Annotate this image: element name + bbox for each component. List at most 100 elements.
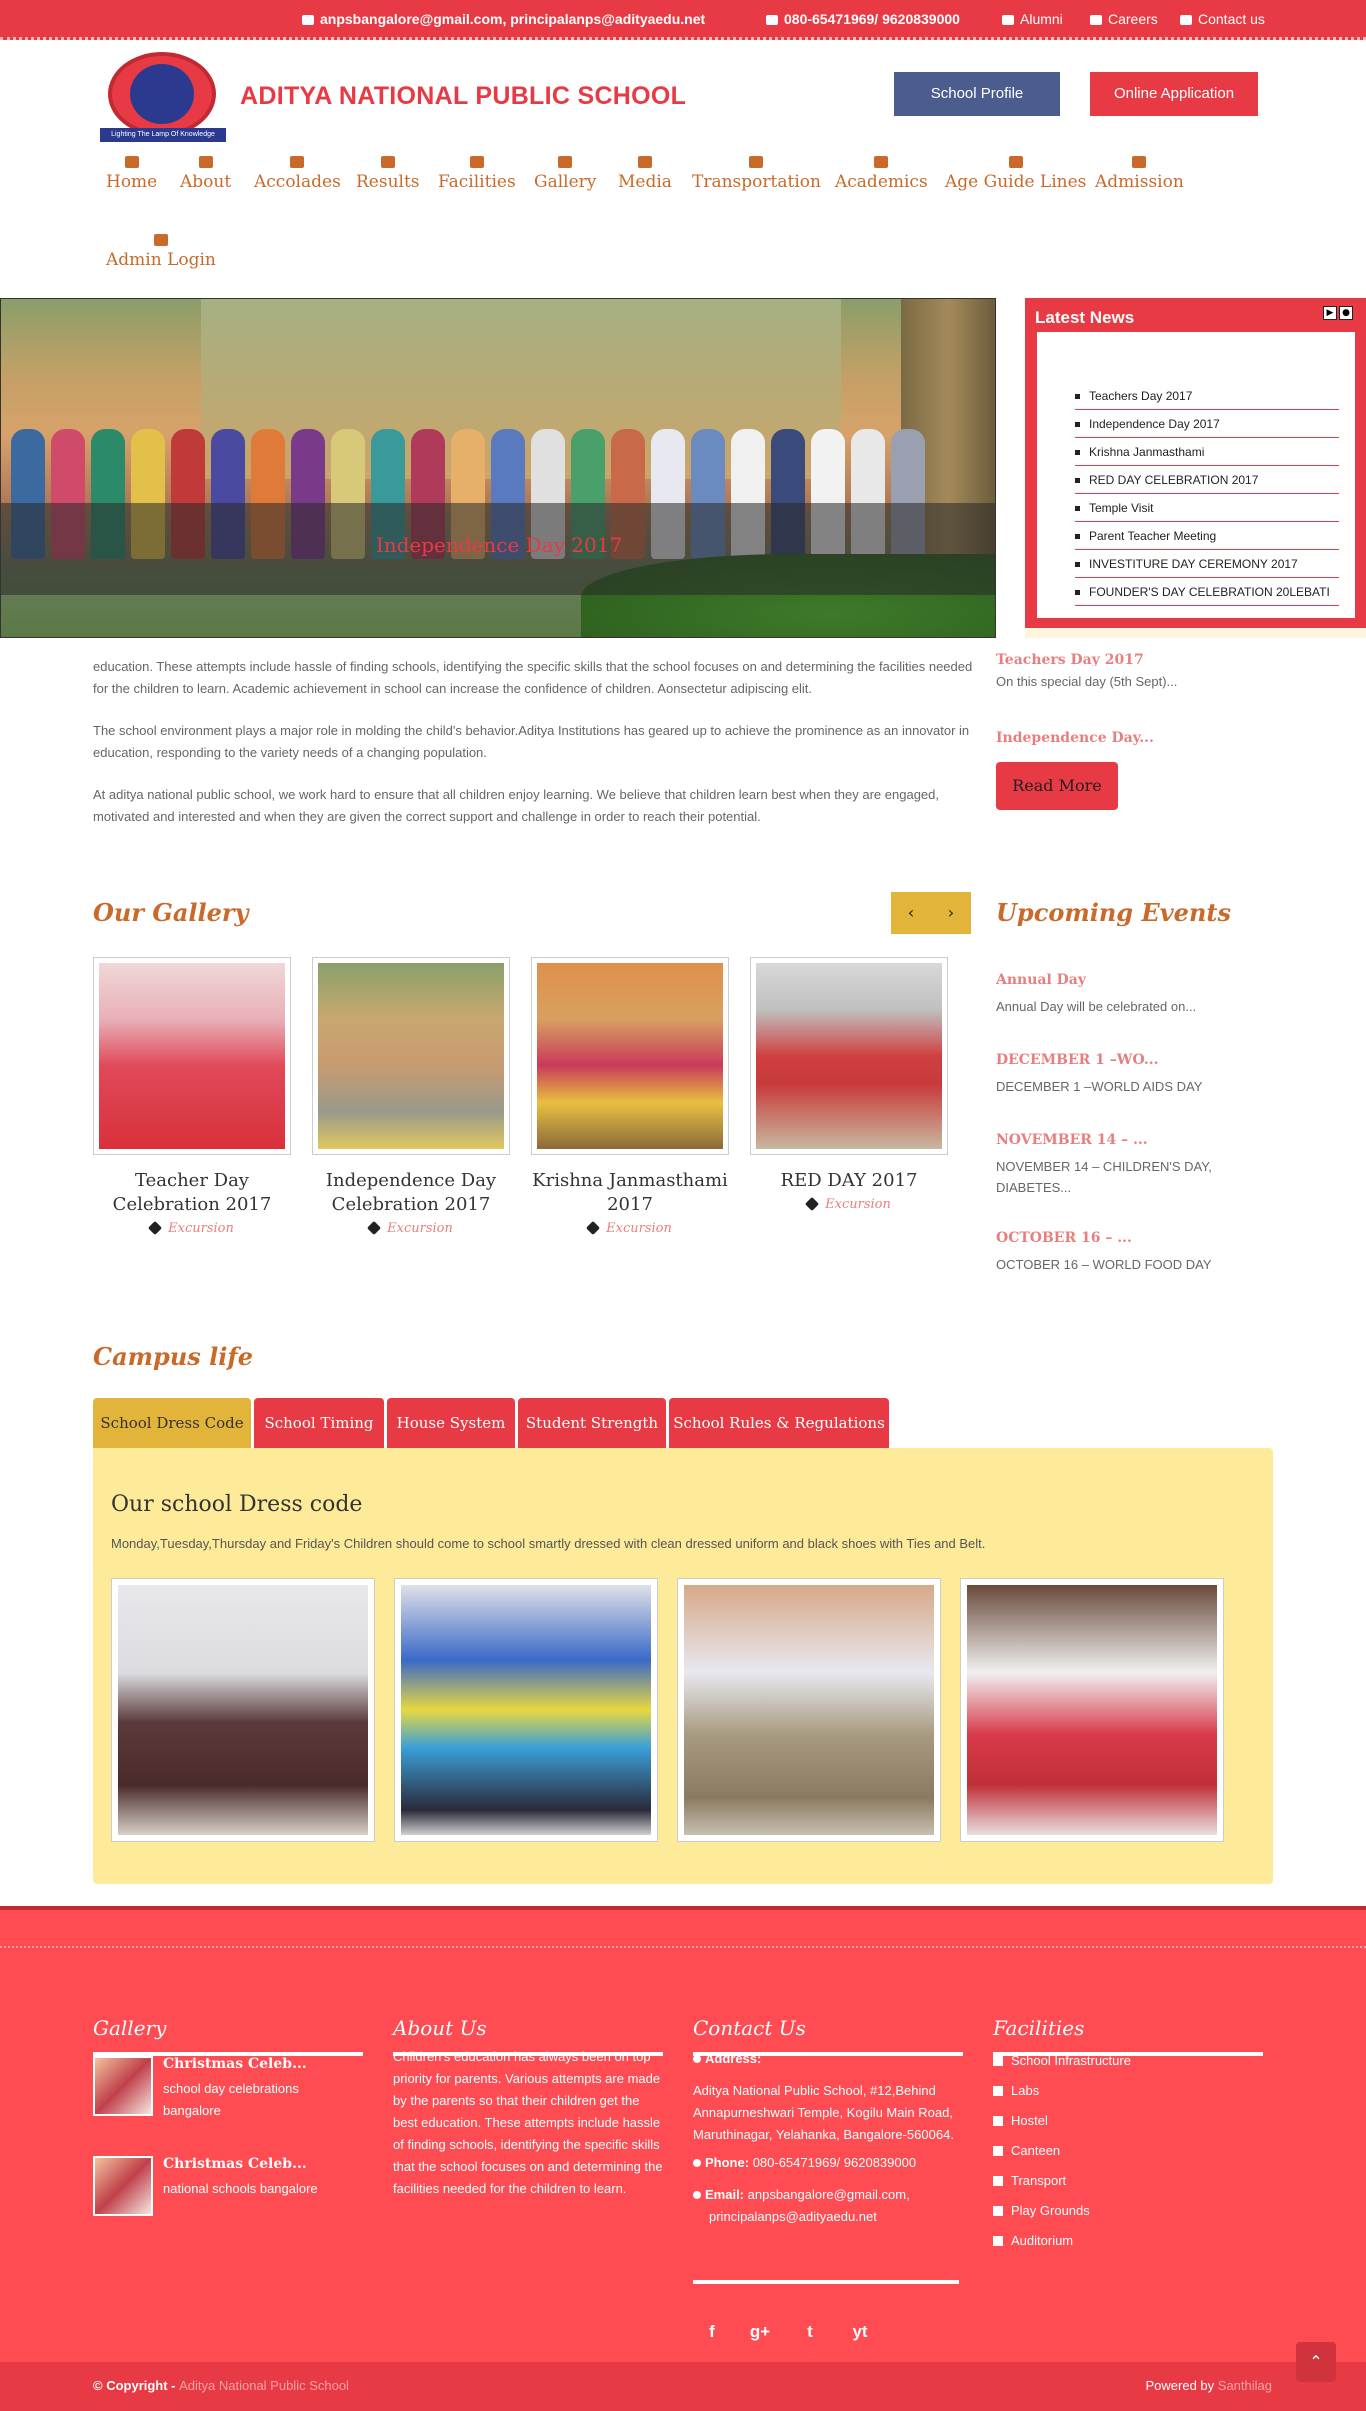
facility-link[interactable]: Transport: [993, 2168, 1263, 2198]
map-marker-icon: [693, 2055, 701, 2063]
gallery-item[interactable]: Teacher Day Celebration 2017 Excursion: [93, 957, 291, 1236]
topbar-link-careers[interactable]: Careers: [1090, 11, 1158, 27]
facility-link[interactable]: Play Grounds: [993, 2198, 1263, 2228]
school-profile-button[interactable]: School Profile: [894, 72, 1060, 116]
topbar-phone[interactable]: 080-65471969/ 9620839000: [766, 11, 960, 27]
stop-icon[interactable]: ●: [1339, 306, 1353, 320]
event-item[interactable]: NOVEMBER 14 – ... NOVEMBER 14 – CHILDREN…: [996, 1132, 1296, 1198]
site-title[interactable]: ADITYA NATIONAL PUBLIC SCHOOL: [240, 82, 686, 111]
puzzle-icon: [993, 2146, 1003, 2156]
globe-icon: [130, 64, 194, 124]
nav-item-facilities[interactable]: Facilities: [438, 156, 516, 192]
facebook-icon[interactable]: f: [700, 2322, 724, 2342]
bottom-bar: © Copyright - Aditya National Public Sch…: [0, 2362, 1366, 2411]
file-icon: [1132, 156, 1147, 168]
gallery-photo: [537, 963, 723, 1149]
chevron-left-icon: ‹: [907, 903, 915, 922]
news-item[interactable]: RED DAY CELEBRATION 2017: [1075, 466, 1339, 494]
contact-icon: [1180, 15, 1192, 25]
nav-item-media[interactable]: Media: [618, 156, 672, 192]
panel-description: Monday,Tuesday,Thursday and Friday's Chi…: [111, 1536, 986, 1551]
tab-school-timing[interactable]: School Timing: [254, 1398, 384, 1448]
gallery-photo: [756, 963, 942, 1149]
gallery-next-button[interactable]: ›: [931, 892, 971, 934]
gallery-heading: Our Gallery: [93, 898, 249, 927]
play-icon[interactable]: ▶: [1323, 306, 1337, 320]
google-plus-icon[interactable]: g+: [748, 2322, 772, 2342]
tab-school-dress-code[interactable]: School Dress Code: [93, 1398, 251, 1448]
facility-link[interactable]: Labs: [993, 2078, 1263, 2108]
gallery-item[interactable]: RED DAY 2017 Excursion: [750, 957, 948, 1212]
topbar-link-contact[interactable]: Contact us: [1180, 11, 1265, 27]
tumblr-icon[interactable]: t: [798, 2322, 822, 2342]
envelope-icon: [302, 15, 314, 25]
side-news: Teachers Day 2017 On this special day (5…: [996, 652, 1296, 746]
event-item[interactable]: DECEMBER 1 –WO... DECEMBER 1 –WORLD AIDS…: [996, 1052, 1296, 1097]
powered-by: Powered by Santhilag: [1145, 2378, 1272, 2393]
top-bar: anpsbangalore@gmail.com, principalanps@a…: [0, 0, 1366, 40]
school-logo[interactable]: Lighting The Lamp Of Knowledge: [100, 52, 226, 142]
events-heading: Upcoming Events: [996, 898, 1231, 927]
event-item[interactable]: Annual Day Annual Day will be celebrated…: [996, 972, 1296, 1017]
nav-item-admission[interactable]: Admission: [1095, 156, 1184, 192]
news-item[interactable]: Temple Visit: [1075, 494, 1339, 522]
dress-code-photo[interactable]: [394, 1578, 658, 1842]
gallery-item[interactable]: Independence Day Celebration 2017 Excurs…: [312, 957, 510, 1236]
puzzle-icon: [993, 2056, 1003, 2066]
back-to-top-button[interactable]: ⌃: [1296, 2342, 1336, 2382]
read-more-button[interactable]: Read More: [996, 762, 1118, 810]
globe-icon: [693, 2191, 701, 2199]
puzzle-icon: [993, 2086, 1003, 2096]
online-application-button[interactable]: Online Application: [1090, 72, 1258, 116]
gallery-photo: [318, 963, 504, 1149]
youtube-icon[interactable]: yt: [848, 2322, 872, 2342]
news-item[interactable]: Teachers Day 2017: [1075, 382, 1339, 410]
camera-icon: [637, 156, 652, 168]
event-item[interactable]: OCTOBER 16 – ... OCTOBER 16 – WORLD FOOD…: [996, 1230, 1296, 1275]
facility-link[interactable]: School Infrastructure: [993, 2048, 1263, 2078]
news-item[interactable]: Parent Teacher Meeting: [1075, 522, 1339, 550]
campus-heading: Campus life: [93, 1342, 253, 1371]
nav-item-age-guide-lines[interactable]: Age Guide Lines: [945, 156, 1086, 192]
nav-item-results[interactable]: Results: [356, 156, 420, 192]
nav-item-home[interactable]: Home: [106, 156, 157, 192]
puzzle-icon: [993, 2176, 1003, 2186]
gallery-prev-button[interactable]: ‹: [891, 892, 931, 934]
side-news-title[interactable]: Teachers Day 2017: [996, 652, 1296, 666]
news-list: Teachers Day 2017 Independence Day 2017 …: [1075, 382, 1339, 606]
latest-news-widget: Latest News ▶ ● Teachers Day 2017 Indepe…: [1025, 298, 1366, 628]
news-item[interactable]: Independence Day 2017: [1075, 410, 1339, 438]
facility-link[interactable]: Canteen: [993, 2138, 1263, 2168]
side-news-title[interactable]: Independence Day...: [996, 730, 1154, 746]
news-item[interactable]: INVESTITURE DAY CEREMONY 2017: [1075, 550, 1339, 578]
footer-gallery: Gallery: [93, 2016, 363, 2056]
paperclip-icon: [469, 156, 484, 168]
dress-code-photo[interactable]: [677, 1578, 941, 1842]
facility-link[interactable]: Hostel: [993, 2108, 1263, 2138]
panel-title: Our school Dress code: [111, 1492, 363, 1517]
chevron-up-icon: ⌃: [1309, 2352, 1323, 2371]
news-item[interactable]: FOUNDER'S DAY CELEBRATION 20LEBATI: [1075, 578, 1339, 606]
nav-item-about[interactable]: About: [180, 156, 231, 192]
tag-icon: [805, 1196, 820, 1212]
news-item[interactable]: Krishna Janmasthami: [1075, 438, 1339, 466]
nav-item-gallery[interactable]: Gallery: [534, 156, 596, 192]
nav-item-admin-login[interactable]: Admin Login: [106, 234, 216, 270]
hero-slider[interactable]: Independence Day 2017: [0, 298, 996, 638]
gallery-item[interactable]: Krishna Janmasthami 2017 Excursion: [531, 957, 729, 1236]
tab-house-system[interactable]: House System: [387, 1398, 515, 1448]
briefcase-icon: [1090, 15, 1102, 25]
topbar-email[interactable]: anpsbangalore@gmail.com, principalanps@a…: [302, 11, 705, 27]
tab-student-strength[interactable]: Student Strength: [518, 1398, 666, 1448]
intro-text: education. These attempts include hassle…: [93, 659, 973, 824]
nav-item-transportation[interactable]: Transportation: [692, 156, 821, 192]
dress-code-photo[interactable]: [111, 1578, 375, 1842]
phone-icon: [693, 2159, 701, 2167]
tab-school-rules[interactable]: School Rules & Regulations: [669, 1398, 889, 1448]
dress-code-photo[interactable]: [960, 1578, 1224, 1842]
nav-item-academics[interactable]: Academics: [835, 156, 928, 192]
topbar-link-alumni[interactable]: Alumni: [1002, 11, 1063, 27]
facility-link[interactable]: Auditorium: [993, 2228, 1263, 2258]
nav-item-accolades[interactable]: Accolades: [254, 156, 341, 192]
megaphone-icon: [1002, 15, 1014, 25]
